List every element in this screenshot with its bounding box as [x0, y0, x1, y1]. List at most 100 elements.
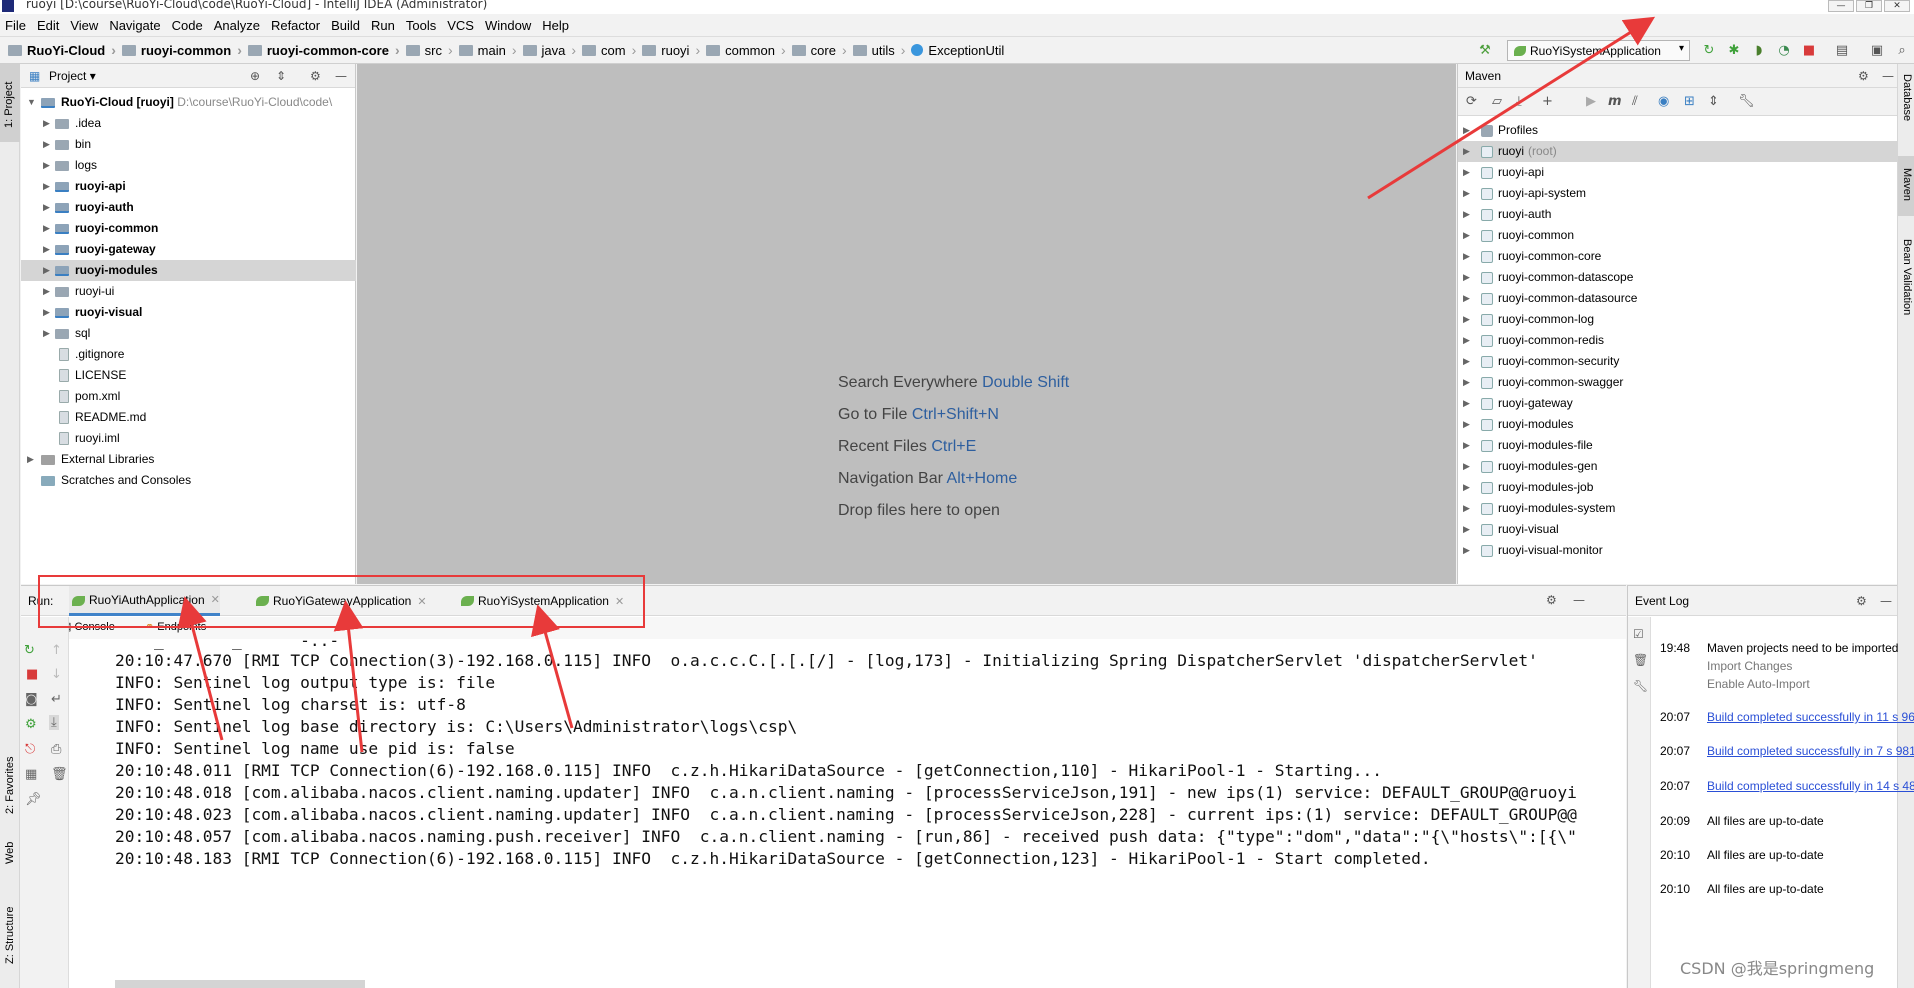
tree-item[interactable]: .gitignore — [21, 344, 356, 365]
tree-item[interactable]: README.md — [21, 407, 356, 428]
coverage-icon[interactable]: ◗ — [1752, 44, 1766, 58]
favorites-tool-button[interactable]: 2: Favorites — [4, 757, 16, 814]
camera-icon[interactable]: ◙ — [25, 692, 38, 707]
event-link[interactable]: Build completed successfully in 7 s 981 — [1707, 744, 1914, 758]
maven-tree-item[interactable]: ▶ ruoyi-visual-monitor — [1458, 540, 1898, 561]
breadcrumb-item[interactable]: ruoyi › — [642, 42, 706, 58]
maven-tree-item[interactable]: ▶ ruoyi-common-datascope — [1458, 267, 1898, 288]
run-configuration-select[interactable]: RuoYiSystemApplication ▾ — [1507, 40, 1690, 61]
tree-scratches[interactable]: Scratches and Consoles — [21, 470, 356, 491]
menu-window[interactable]: Window — [485, 18, 531, 33]
soft-wrap-icon[interactable]: ↵ — [51, 692, 62, 707]
menu-vcs[interactable]: VCS — [447, 18, 474, 33]
mark-read-icon[interactable]: ☑ — [1633, 627, 1644, 641]
tree-item[interactable]: ruoyi.iml — [21, 428, 356, 449]
menu-file[interactable]: File — [5, 18, 26, 33]
pin-icon[interactable]: 📌︎ — [25, 792, 42, 807]
menu-tools[interactable]: Tools — [406, 18, 436, 33]
breadcrumb-item[interactable]: ruoyi-common › — [121, 42, 248, 58]
tree-item[interactable]: ▶ ruoyi-api — [21, 176, 356, 197]
breadcrumb-item[interactable]: java › — [522, 42, 583, 58]
tree-item[interactable]: ▶ ruoyi-auth — [21, 197, 356, 218]
breadcrumb-item[interactable]: com › — [582, 42, 642, 58]
tree-item[interactable]: LICENSE — [21, 365, 356, 386]
project-structure-icon[interactable]: ▤ — [1835, 44, 1849, 58]
menu-analyze[interactable]: Analyze — [214, 18, 260, 33]
breadcrumb-item[interactable]: common › — [706, 42, 792, 58]
tree-item[interactable]: ▶ bin — [21, 134, 356, 155]
tree-item[interactable]: pom.xml — [21, 386, 356, 407]
build-hammer-icon[interactable]: ⚒ — [1478, 44, 1492, 58]
gear-icon[interactable]: ⚙ — [1858, 69, 1869, 83]
project-tool-button[interactable]: 1: Project — [0, 64, 20, 142]
locate-icon[interactable]: ⊕ — [250, 69, 260, 83]
download-icon[interactable]: ⤓ — [1516, 94, 1522, 109]
settings-run-icon[interactable]: ⚙ — [25, 717, 37, 732]
menu-run[interactable]: Run — [371, 18, 395, 33]
maven-tree-item[interactable]: ▶ ruoyi-common-security — [1458, 351, 1898, 372]
hide-icon[interactable]: — — [1573, 593, 1585, 607]
horizontal-scrollbar[interactable] — [115, 980, 365, 988]
gear-icon[interactable]: ⚙ — [1546, 593, 1557, 607]
menu-edit[interactable]: Edit — [37, 18, 59, 33]
project-panel-title[interactable]: Project ▾ — [49, 69, 96, 83]
maven-tree-item[interactable]: ▶ ruoyi-modules-gen — [1458, 456, 1898, 477]
maven-tree-item[interactable]: ▶ ruoyi-modules-file — [1458, 435, 1898, 456]
tree-item[interactable]: ▶ ruoyi-ui — [21, 281, 356, 302]
breadcrumb-item[interactable]: RuoYi-Cloud › — [8, 42, 122, 58]
maven-tree-item[interactable]: ▶ ruoyi-modules — [1458, 414, 1898, 435]
maven-tree-item[interactable]: ▶ ruoyi-common-log — [1458, 309, 1898, 330]
editor-empty-area[interactable]: Search Everywhere Double Shift Go to Fil… — [357, 64, 1456, 584]
exit-icon[interactable]: ⎋ — [25, 742, 35, 757]
bean-validation-tool-button[interactable]: Bean Validation — [1901, 239, 1913, 315]
maven-tree-item[interactable]: ▶ ruoyi-api — [1458, 162, 1898, 183]
run-icon[interactable]: ▶ — [1586, 94, 1596, 109]
maven-tree-item[interactable]: ▶ ruoyi-modules-job — [1458, 477, 1898, 498]
tree-external-libraries[interactable]: ▶ External Libraries — [21, 449, 356, 470]
minimize-button[interactable]: — — [1828, 0, 1854, 12]
tree-item[interactable]: ▶ ruoyi-gateway — [21, 239, 356, 260]
hide-icon[interactable]: — — [1882, 69, 1894, 83]
rerun-icon[interactable]: ↻ — [24, 643, 35, 658]
menu-help[interactable]: Help — [542, 18, 569, 33]
breadcrumb-item[interactable]: main › — [458, 42, 523, 58]
print-icon[interactable]: ⎙ — [51, 742, 61, 757]
show-dependencies-icon[interactable]: ⊞ — [1684, 94, 1695, 109]
maven-tree-item[interactable]: ▶ Profiles — [1458, 120, 1898, 141]
console-output[interactable]: ''_' `'_' `-..-' 20:10:47.670 [RMI TCP Co… — [70, 639, 1626, 988]
tree-root[interactable]: ▼ RuoYi-Cloud [ruoyi] D:\course\RuoYi-Cl… — [21, 92, 356, 113]
rerun-icon[interactable]: ↻ — [1702, 44, 1716, 58]
reload-icon[interactable]: ⟳ — [1466, 94, 1477, 109]
presentation-icon[interactable]: ▣ — [1870, 44, 1884, 58]
tree-item[interactable]: ▶ ruoyi-common — [21, 218, 356, 239]
event-action-link[interactable]: Enable Auto-Import — [1707, 677, 1898, 691]
maximize-button[interactable]: ❐ — [1856, 0, 1882, 12]
maven-tree-item[interactable]: ▶ ruoyi-common-redis — [1458, 330, 1898, 351]
debug-icon[interactable]: ✱ — [1727, 44, 1741, 58]
skip-tests-icon[interactable]: ◉ — [1658, 94, 1669, 109]
maven-tree-item[interactable]: ▶ ruoyi-visual — [1458, 519, 1898, 540]
web-tool-button[interactable]: Web — [4, 842, 16, 864]
trash-icon[interactable]: 🗑︎ — [51, 767, 68, 782]
stop-icon[interactable]: ■ — [1802, 44, 1816, 58]
event-link[interactable]: Build completed successfully in 11 s 96 — [1707, 710, 1914, 724]
maven-tool-button[interactable]: Maven — [1898, 156, 1914, 216]
database-tool-button[interactable]: Database — [1901, 74, 1913, 121]
trash-icon[interactable]: 🗑︎ — [1633, 653, 1648, 667]
add-icon[interactable]: + — [1542, 94, 1553, 109]
maven-tree-item[interactable]: ▶ ruoyi-api-system — [1458, 183, 1898, 204]
tree-item[interactable]: ▶ ruoyi-visual — [21, 302, 356, 323]
search-icon[interactable]: ⌕ — [1895, 44, 1909, 58]
up-icon[interactable]: ↑ — [51, 643, 62, 658]
maven-tree-item[interactable]: ▶ ruoyi-auth — [1458, 204, 1898, 225]
layout-icon[interactable]: ▦ — [25, 767, 37, 782]
add-folder-icon[interactable]: ▱ — [1492, 94, 1502, 109]
tree-item[interactable]: ▶ sql — [21, 323, 356, 344]
maven-goal-icon[interactable]: m — [1608, 94, 1622, 109]
menu-navigate[interactable]: Navigate — [109, 18, 160, 33]
menu-build[interactable]: Build — [331, 18, 360, 33]
maven-tree-item[interactable]: ▶ ruoyi-common-datasource — [1458, 288, 1898, 309]
maven-tree-item[interactable]: ▶ ruoyi-common — [1458, 225, 1898, 246]
menu-refactor[interactable]: Refactor — [271, 18, 320, 33]
maven-tree-item[interactable]: ▶ ruoyi (root) — [1458, 141, 1898, 162]
